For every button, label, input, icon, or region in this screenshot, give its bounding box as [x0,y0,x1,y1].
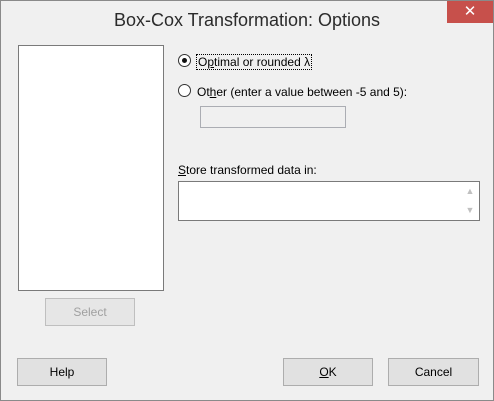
cancel-button-label: Cancel [414,365,453,379]
title-bar: Box-Cox Transformation: Options ✕ [1,1,493,39]
scroll-down-icon[interactable]: ▼ [465,205,475,215]
help-button-label: Help [49,365,75,379]
dialog-title: Box-Cox Transformation: Options [113,10,381,30]
close-button[interactable]: ✕ [447,1,493,23]
ok-button-label: OK [319,365,337,379]
optimal-lambda-label: Optimal or rounded λ [195,54,313,70]
other-lambda-label: Other (enter a value between -5 and 5): [197,85,408,99]
store-transformed-data-input[interactable]: ▲ ▼ [178,181,480,221]
optimal-radio-button[interactable] [178,54,191,67]
help-button[interactable]: Help [17,358,107,386]
select-button[interactable]: Select [45,298,135,326]
store-scrollbar[interactable]: ▲ ▼ [462,182,479,220]
select-button-label: Select [73,305,107,319]
close-icon: ✕ [463,3,477,20]
box-cox-options-dialog: Box-Cox Transformation: Options ✕ Select… [0,0,494,401]
other-lambda-option[interactable]: Other (enter a value between -5 and 5): [178,83,407,101]
other-lambda-value-input[interactable] [200,106,346,128]
ok-button[interactable]: OK [283,358,373,386]
scroll-up-icon[interactable]: ▲ [465,186,475,196]
optimal-lambda-option[interactable]: Optimal or rounded λ [178,53,313,71]
variables-listbox[interactable] [18,45,164,291]
cancel-button[interactable]: Cancel [388,358,479,386]
store-transformed-label: Store transformed data in: [178,163,317,177]
other-radio-button[interactable] [178,84,191,97]
